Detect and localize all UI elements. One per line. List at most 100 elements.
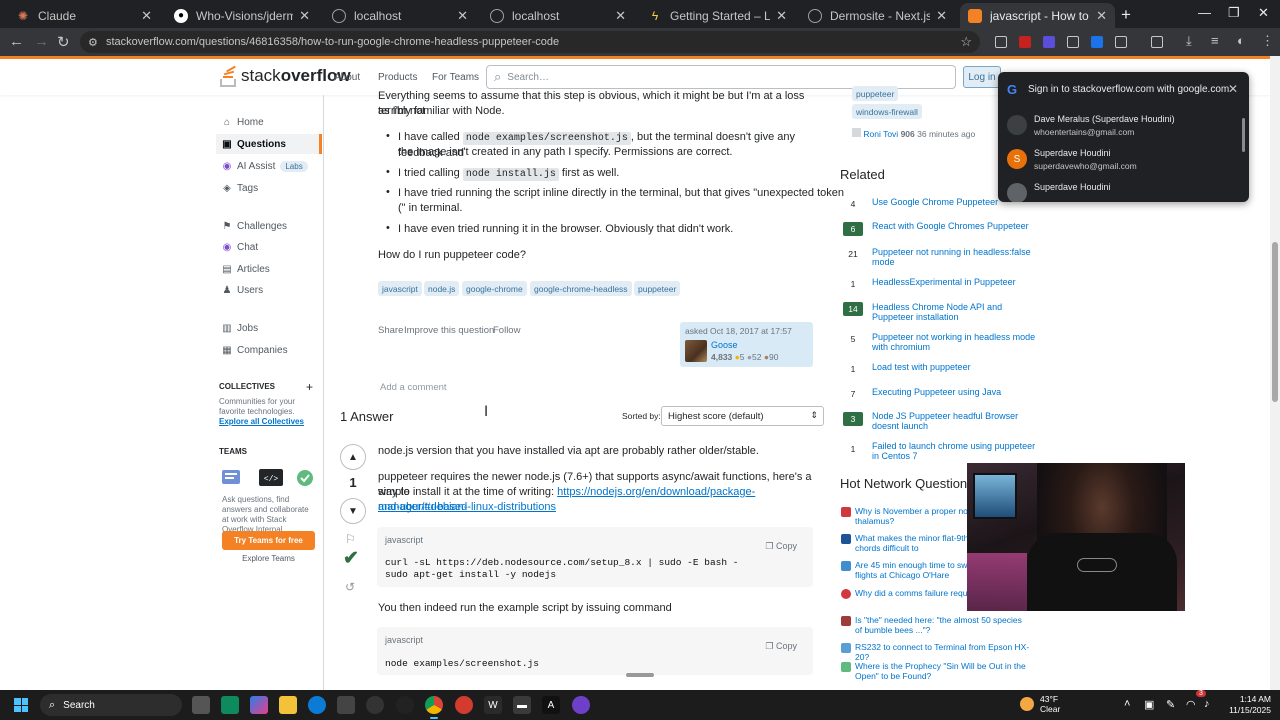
avatar[interactable] [685, 340, 707, 362]
sidebar-item-challenges[interactable]: ⚑ Challenges [216, 216, 322, 236]
app-icon[interactable]: A [542, 696, 560, 714]
related-score[interactable]: 1 [843, 442, 863, 456]
forward-arrow-icon[interactable]: → [34, 33, 49, 50]
scrollbar-thumb[interactable] [1272, 242, 1278, 402]
sidebar-item-questions[interactable]: ▣ Questions [216, 134, 322, 154]
try-teams-button[interactable]: Try Teams for free [222, 531, 315, 550]
tag-windows-firewall[interactable]: windows-firewall [852, 104, 922, 119]
copy-button[interactable]: ❐ Copy [765, 541, 797, 552]
follow-link[interactable]: Follow [493, 325, 520, 336]
extension-icon[interactable] [1091, 36, 1103, 48]
browser-tab[interactable]: localhost ✕ [482, 3, 634, 28]
app-icon[interactable] [455, 696, 473, 714]
google-account-option[interactable]: Dave Meralus (Superdave Houdini) whoente… [998, 108, 1243, 142]
media-icon[interactable]: ≡ [1211, 33, 1219, 48]
profile-icon[interactable]: ◐ [1237, 33, 1245, 48]
related-score[interactable]: 3 [843, 412, 863, 426]
task-view-icon[interactable] [192, 696, 210, 714]
bookmark-star-icon[interactable]: ☆ [960, 34, 972, 50]
window-close-button[interactable]: ✕ [1258, 5, 1269, 21]
tag-puppeteer[interactable]: puppeteer [634, 281, 681, 296]
extension-icon[interactable] [995, 36, 1007, 48]
history-icon[interactable]: ↺ [345, 580, 355, 594]
tag-javascript[interactable]: javascript [378, 281, 422, 296]
related-score[interactable]: 1 [843, 277, 863, 291]
sidebar-item-ai-assist[interactable]: ◉ AI Assist Labs [216, 156, 322, 176]
browser-tab-active[interactable]: javascript - How to run Google ✕ [960, 3, 1115, 28]
google-account-option[interactable]: S Superdave Houdini superdavewho@gmail.c… [998, 142, 1243, 176]
add-collective-icon[interactable]: + [306, 380, 313, 394]
nav-for-teams[interactable]: For Teams [432, 72, 479, 83]
terminal-icon[interactable]: ▬ [513, 696, 531, 714]
code-horizontal-scrollbar[interactable] [626, 673, 654, 677]
side-panel-icon[interactable] [1151, 36, 1163, 48]
related-score[interactable]: 7 [843, 387, 863, 401]
share-link[interactable]: Share [378, 325, 403, 336]
reload-icon[interactable]: ↻ [57, 33, 70, 51]
related-question-link[interactable]: Load test with puppeteer [872, 362, 1042, 372]
chatgpt-icon[interactable] [396, 696, 414, 714]
browser-tab[interactable]: ϟ Getting Started – Lightning CSS ✕ [640, 3, 795, 28]
login-button[interactable]: Log in [963, 66, 1001, 88]
close-icon[interactable]: ✕ [299, 8, 310, 24]
related-score[interactable]: 14 [843, 302, 863, 316]
tray-app-icon[interactable]: ▣ [1144, 698, 1154, 711]
browser-tab[interactable]: Dermosite - Next.js 16 App ✕ [800, 3, 955, 28]
chrome-icon[interactable] [425, 696, 443, 719]
download-icon[interactable]: ⤓ [1186, 33, 1192, 49]
extension-icon[interactable] [1043, 36, 1055, 48]
page-scrollbar[interactable] [1270, 56, 1280, 690]
pen-icon[interactable]: ✎ [1166, 698, 1175, 711]
add-comment-link[interactable]: Add a comment [380, 382, 447, 393]
app-icon[interactable]: W [484, 696, 502, 714]
tag-nodejs[interactable]: node.js [424, 281, 460, 296]
nav-products[interactable]: Products [378, 72, 417, 83]
new-tab-button[interactable]: + [1121, 5, 1131, 25]
nodejs-install-link[interactable]: and-ubuntu-based-linux-distributions [378, 501, 556, 513]
close-icon[interactable]: ✕ [776, 8, 787, 24]
extensions-puzzle-icon[interactable] [1115, 36, 1127, 48]
chevron-up-icon[interactable]: ˄ [1124, 698, 1130, 710]
weather-widget[interactable]: 43°F Clear [1020, 694, 1060, 714]
browser-tab[interactable]: ● Who-Visions/jdermosite ✕ [166, 3, 318, 28]
tag-google-chrome-headless[interactable]: google-chrome-headless [530, 281, 632, 296]
file-explorer-icon[interactable] [279, 696, 297, 714]
back-arrow-icon[interactable]: ← [9, 33, 24, 50]
related-question-link[interactable]: Node JS Puppeteer headful Browser doesnt… [872, 411, 1042, 431]
related-question-link[interactable]: Failed to launch chrome using puppeteer … [872, 441, 1042, 461]
close-icon[interactable]: ✕ [1228, 82, 1238, 96]
browser-tab[interactable]: ✺ Claude ✕ [8, 3, 160, 28]
sidebar-item-articles[interactable]: ▤ Articles [216, 259, 322, 279]
upvote-button[interactable]: ▲ [340, 444, 366, 470]
related-score[interactable]: 21 [843, 247, 863, 261]
related-score[interactable]: 5 [843, 332, 863, 346]
wifi-icon[interactable]: ◠ [1186, 698, 1196, 711]
close-icon[interactable]: ✕ [1096, 8, 1107, 24]
stackoverflow-logo[interactable]: stackoverflow [220, 65, 351, 87]
extension-icon[interactable] [1019, 36, 1031, 48]
close-icon[interactable]: ✕ [141, 8, 152, 24]
related-score[interactable]: 6 [843, 222, 863, 236]
explore-collectives-link[interactable]: Explore all Collectives [219, 417, 304, 426]
sidebar-item-companies[interactable]: ▦ Companies [216, 340, 322, 360]
volume-icon[interactable]: ♪ [1204, 698, 1210, 710]
edge-icon[interactable] [308, 696, 326, 714]
hot-question-link[interactable]: RS232 to connect to Terminal from Epson … [855, 642, 1030, 662]
nav-about[interactable]: About [334, 72, 360, 83]
minimize-button[interactable]: — [1198, 5, 1211, 20]
github-desktop-icon[interactable] [572, 696, 590, 714]
bookmark-icon[interactable]: ⚐ [345, 532, 356, 546]
user-name-link[interactable]: Goose [711, 340, 738, 350]
related-question-link[interactable]: React with Google Chromes Puppeteer [872, 221, 1042, 231]
related-score[interactable]: 4 [843, 197, 863, 211]
related-question-link[interactable]: HeadlessExperimental in Puppeteer [872, 277, 1042, 287]
sidebar-item-home[interactable]: ⌂ Home [216, 112, 322, 132]
related-question-link[interactable]: Puppeteer not running in headless:false … [872, 247, 1042, 267]
taskbar-search[interactable]: ⌕ Search [40, 694, 182, 716]
close-icon[interactable]: ✕ [936, 8, 947, 24]
extension-icon[interactable] [1067, 36, 1079, 48]
sidebar-item-jobs[interactable]: ▥ Jobs [216, 318, 322, 338]
menu-icon[interactable]: ⋮ [1261, 33, 1274, 49]
sort-select[interactable]: Highest score (default) ⇕ [661, 406, 824, 426]
explore-teams-link[interactable]: Explore Teams [222, 554, 315, 563]
